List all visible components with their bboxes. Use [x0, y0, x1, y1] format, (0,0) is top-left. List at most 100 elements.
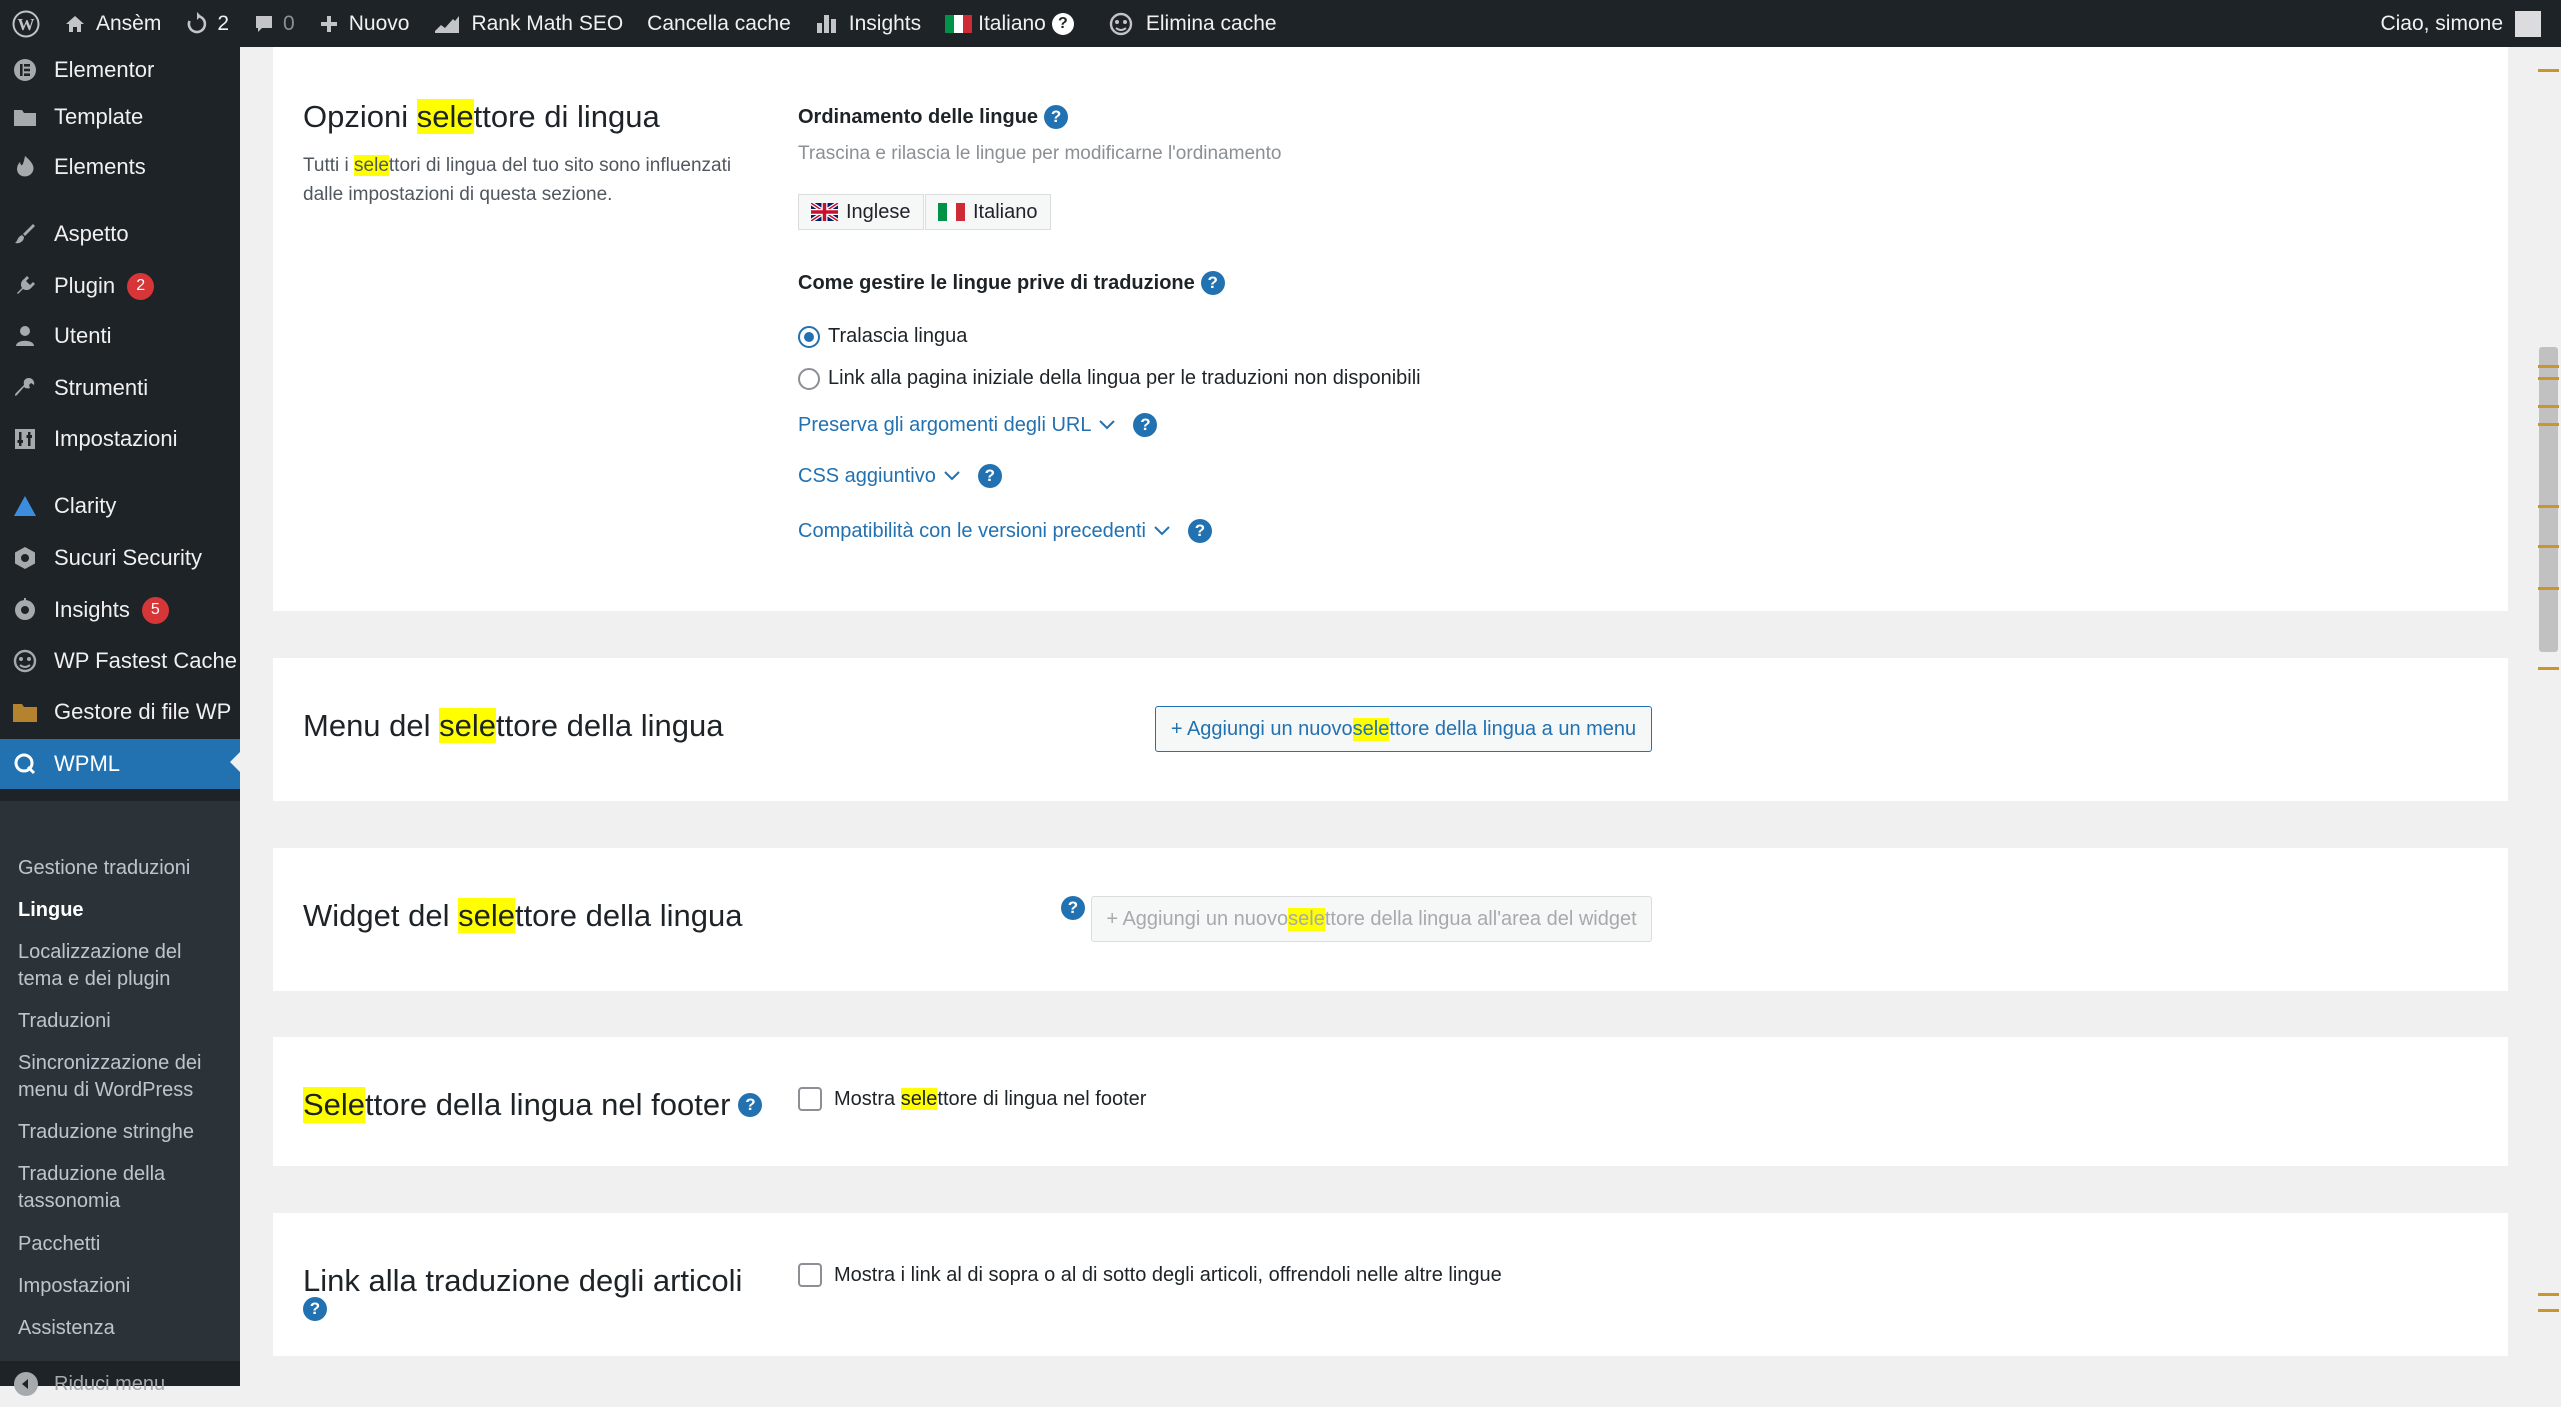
help-icon[interactable]: ?	[738, 1093, 763, 1117]
scrollbar-thumb[interactable]	[2539, 347, 2558, 652]
submenu-sincronizzazione-menu[interactable]: Sincronizzazione dei menu di WordPress	[18, 1050, 228, 1104]
italian-flag-icon	[938, 203, 965, 221]
widget-switcher-card: Widget del selettore della lingua ? + Ag…	[273, 848, 2508, 991]
sucuri-icon	[10, 543, 40, 573]
scroll-search-marker	[2538, 377, 2559, 380]
footer-switcher-checkbox[interactable]	[798, 1087, 822, 1111]
wrench-icon	[10, 373, 40, 403]
updates-count: 2	[217, 11, 230, 35]
language-order-label: Ordinamento delle lingue ?	[798, 105, 1069, 129]
post-translation-links-card: Link alla traduzione degli articoli ? Mo…	[273, 1213, 2508, 1356]
widget-section-title: Widget del selettore della lingua	[303, 898, 743, 933]
sidebar-item-plugin[interactable]: Plugin 2	[0, 263, 240, 309]
help-icon[interactable]: ?	[1133, 413, 1158, 437]
insights-icon	[10, 595, 40, 625]
post-links-checkbox-row[interactable]: Mostra i link al di sopra o al di sotto …	[798, 1263, 1502, 1287]
sidebar-item-clarity[interactable]: Clarity	[0, 483, 240, 529]
submenu-traduzioni[interactable]: Traduzioni	[18, 1008, 228, 1035]
radio-link-home[interactable]: Link alla pagina iniziale della lingua p…	[798, 367, 1421, 390]
radio-button-checked[interactable]	[798, 325, 820, 348]
help-icon[interactable]: ?	[977, 464, 1002, 488]
wpml-icon	[10, 749, 40, 779]
clear-cache-label: Cancella cache	[647, 11, 791, 35]
radio-skip-language[interactable]: Tralascia lingua	[798, 325, 967, 348]
sidebar-item-utenti[interactable]: Utenti	[0, 313, 240, 359]
submenu-impostazioni[interactable]: Impostazioni	[18, 1273, 228, 1300]
new-content-link[interactable]: Nuovo	[307, 0, 422, 47]
comment-icon	[256, 15, 273, 32]
sidebar-item-wpml[interactable]: WPML	[0, 739, 240, 789]
user-icon	[10, 321, 40, 351]
clarity-icon	[10, 491, 40, 521]
refresh-icon	[188, 11, 207, 33]
collapse-label: Riduci menu	[54, 1372, 166, 1395]
clear-cache-link[interactable]: Cancella cache	[635, 0, 803, 47]
site-name-link[interactable]: Ansèm	[52, 0, 173, 47]
submenu-traduzione-stringhe[interactable]: Traduzione stringhe	[18, 1119, 228, 1146]
scroll-search-marker	[2538, 423, 2559, 426]
scroll-search-marker	[2538, 1293, 2559, 1296]
sidebar-item-insights[interactable]: Insights 5	[0, 587, 240, 633]
footer-switcher-checkbox-row[interactable]: Mostra selettore di lingua nel footer	[798, 1087, 1146, 1111]
radio-button[interactable]	[798, 367, 820, 390]
submenu-assistenza[interactable]: Assistenza	[18, 1315, 228, 1342]
help-icon[interactable]: ?	[1187, 519, 1212, 543]
scroll-search-marker	[2538, 667, 2559, 670]
admin-sidebar: Elementor Template Elements Aspetto Plug…	[0, 47, 240, 1396]
help-icon[interactable]: ?	[1061, 896, 1085, 920]
preserve-url-args-toggle[interactable]: Preserva gli argomenti degli URL ?	[798, 413, 1158, 437]
sidebar-item-wp-fastest-cache[interactable]: WP Fastest Cache	[0, 638, 240, 684]
delete-cache-label: Elimina cache	[1145, 11, 1277, 35]
help-icon[interactable]: ?	[1044, 105, 1069, 129]
submenu-localizzazione-tema[interactable]: Localizzazione del tema e dei plugin	[18, 939, 228, 993]
language-chip-inglese[interactable]: Inglese	[798, 194, 924, 230]
delete-cache-link[interactable]: Elimina cache	[1094, 0, 1289, 47]
brush-icon	[10, 219, 40, 249]
help-icon[interactable]: ?	[1051, 12, 1074, 35]
rank-math-label: Rank Math SEO	[471, 11, 624, 35]
submenu-pacchetti[interactable]: Pacchetti	[18, 1231, 228, 1258]
wordpress-logo-icon[interactable]: W	[0, 0, 52, 47]
language-chip-italiano[interactable]: Italiano	[925, 194, 1051, 230]
site-name: Ansèm	[96, 11, 162, 35]
page-scrollbar[interactable]	[2536, 47, 2561, 1386]
sidebar-item-elementor[interactable]: Elementor	[0, 47, 240, 93]
sidebar-item-sucuri[interactable]: Sucuri Security	[0, 535, 240, 581]
additional-css-toggle[interactable]: CSS aggiuntivo ?	[798, 464, 1002, 488]
comments-count: 0	[283, 11, 295, 35]
backward-compatibility-toggle[interactable]: Compatibilità con le versioni precedenti…	[798, 519, 1212, 543]
add-widget-switcher-button[interactable]: + Aggiungi un nuovo sele ttore della ling…	[1091, 896, 1652, 942]
home-icon	[66, 15, 84, 32]
insights-link[interactable]: Insights	[803, 0, 933, 47]
submenu-lingue[interactable]: Lingue	[18, 897, 228, 924]
my-account-link[interactable]: Ciao, simone	[2368, 0, 2561, 47]
greeting-label: Ciao, simone	[2380, 11, 2503, 35]
sidebar-item-elements[interactable]: Elements	[0, 144, 240, 190]
insights-label: Insights	[848, 11, 922, 35]
bar-chart-icon	[816, 14, 836, 33]
add-menu-switcher-button[interactable]: + Aggiungi un nuovo sele ttore della ling…	[1155, 706, 1652, 752]
sidebar-item-strumenti[interactable]: Strumenti	[0, 365, 240, 411]
help-icon[interactable]: ?	[1200, 271, 1225, 295]
help-icon[interactable]: ?	[303, 1297, 327, 1321]
language-switcher[interactable]: Italiano ?	[933, 0, 1086, 47]
scroll-search-marker	[2538, 405, 2559, 408]
plug-icon	[10, 271, 40, 301]
plugin-update-badge: 2	[127, 272, 155, 300]
avatar	[2515, 10, 2541, 37]
post-links-checkbox[interactable]	[798, 1263, 822, 1287]
sidebar-item-impostazioni[interactable]: Impostazioni	[0, 416, 240, 462]
sidebar-item-template[interactable]: Template	[0, 94, 240, 140]
rank-math-link[interactable]: Rank Math SEO	[421, 0, 635, 47]
cheetah-icon	[10, 646, 40, 676]
sidebar-item-file-manager[interactable]: Gestore di file WP	[0, 689, 240, 735]
options-section-title: Opzioni selettore di lingua	[303, 99, 660, 134]
sidebar-item-aspetto[interactable]: Aspetto	[0, 211, 240, 257]
scroll-search-marker	[2538, 545, 2559, 548]
updates-link[interactable]: 2	[173, 0, 241, 47]
submenu-gestione-traduzioni[interactable]: Gestione traduzioni	[18, 855, 228, 882]
collapse-menu-button[interactable]: Riduci menu	[0, 1361, 240, 1407]
chevron-down-icon	[1099, 420, 1116, 430]
submenu-traduzione-tassonomia[interactable]: Traduzione della tassonomia	[18, 1161, 228, 1215]
comments-link[interactable]: 0	[241, 0, 307, 47]
